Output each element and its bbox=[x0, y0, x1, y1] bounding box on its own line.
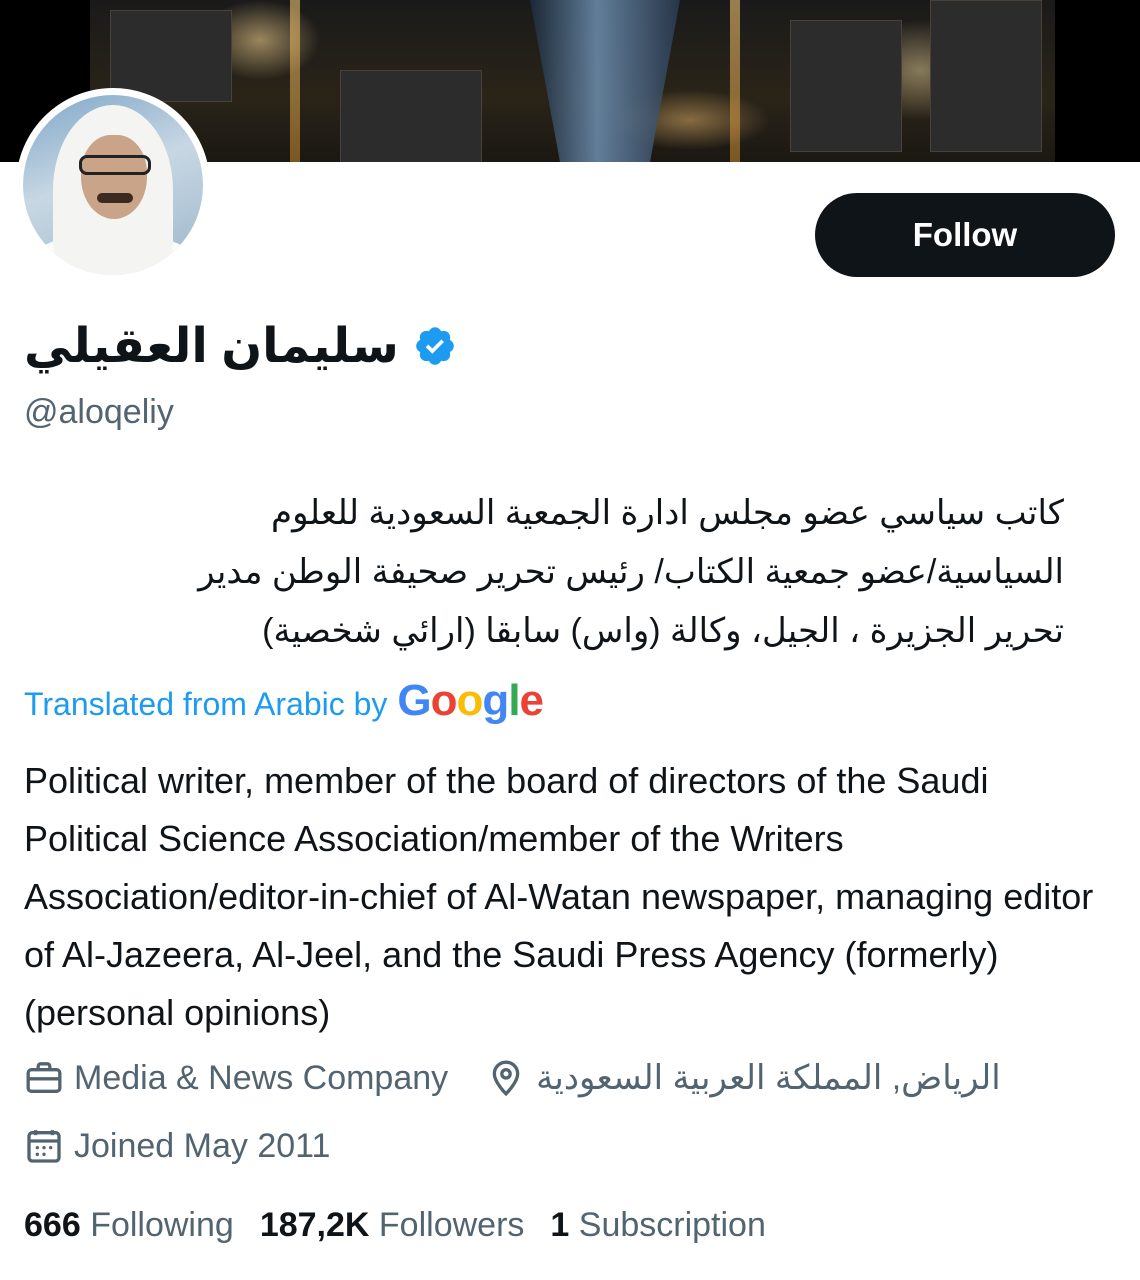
profile-stats: 666 Following 187,2K Followers 1 Subscri… bbox=[24, 1206, 766, 1245]
avatar-face bbox=[81, 135, 147, 219]
avatar-photo bbox=[23, 95, 203, 275]
subscriptions-count: 1 bbox=[550, 1206, 570, 1244]
followers-stat[interactable]: 187,2K Followers bbox=[260, 1206, 525, 1245]
location-pin-icon bbox=[492, 1060, 520, 1097]
bio-arabic-line: السياسية/عضو جمعية الكتاب/ رئيس تحرير صح… bbox=[198, 553, 1064, 591]
google-letter: o bbox=[430, 676, 458, 725]
banner-tower bbox=[530, 0, 680, 162]
banner-image bbox=[90, 0, 1055, 162]
bio-arabic-line: كاتب سياسي عضو مجلس ادارة الجمعية السعود… bbox=[271, 494, 1064, 532]
calendar-icon bbox=[27, 1130, 61, 1163]
avatar[interactable] bbox=[16, 88, 210, 282]
google-letter: e bbox=[519, 676, 545, 725]
subscriptions-label: Subscription bbox=[578, 1206, 766, 1244]
category-item: Media & News Company bbox=[24, 1058, 448, 1098]
google-letter: o bbox=[456, 676, 484, 725]
briefcase-icon bbox=[26, 1062, 62, 1093]
joined-item: Joined May 2011 bbox=[24, 1126, 330, 1166]
google-letter: g bbox=[482, 676, 509, 725]
followers-count: 187,2K bbox=[259, 1206, 370, 1244]
avatar-glasses bbox=[79, 155, 151, 175]
translation-notice[interactable]: Translated from Arabic by Google bbox=[24, 676, 545, 726]
banner-building bbox=[110, 10, 232, 102]
followers-label: Followers bbox=[378, 1206, 525, 1244]
joined-row: Joined May 2011 bbox=[24, 1126, 330, 1166]
banner-road bbox=[290, 0, 300, 162]
handle: @aloqeliy bbox=[24, 393, 174, 431]
banner-road bbox=[730, 0, 740, 162]
category-text: Media & News Company bbox=[74, 1058, 449, 1097]
avatar-mustache bbox=[97, 193, 133, 203]
display-name: سليمان العقيلي bbox=[24, 320, 399, 373]
banner-building bbox=[340, 70, 482, 162]
following-count: 666 bbox=[24, 1206, 81, 1244]
bio-arabic: كاتب سياسي عضو مجلس ادارة الجمعية السعود… bbox=[24, 484, 1064, 661]
banner-building bbox=[790, 20, 902, 152]
banner-building bbox=[930, 0, 1042, 152]
google-letter: l bbox=[508, 676, 520, 725]
location-text: الرياض, المملكة العربية السعودية bbox=[536, 1059, 1001, 1097]
profile-meta-row: Media & News Company الرياض, المملكة الع… bbox=[24, 1058, 1001, 1098]
translated-label: Translated from Arabic by bbox=[24, 686, 388, 722]
bio-arabic-line: تحرير الجزيرة ، الجيل، وكالة (واس) سابقا… bbox=[262, 612, 1064, 650]
follow-button[interactable]: Follow bbox=[815, 193, 1115, 277]
location-item: الرياض, المملكة العربية السعودية bbox=[486, 1058, 1001, 1098]
subscriptions-stat[interactable]: 1 Subscription bbox=[550, 1206, 765, 1245]
google-letter: G bbox=[397, 676, 431, 725]
joined-text: Joined May 2011 bbox=[74, 1126, 331, 1165]
following-stat[interactable]: 666 Following bbox=[24, 1206, 234, 1245]
following-label: Following bbox=[90, 1206, 234, 1244]
bio-english: Political writer, member of the board of… bbox=[24, 760, 1094, 1033]
verified-badge-icon[interactable] bbox=[413, 324, 457, 368]
name-row: سليمان العقيلي bbox=[24, 318, 457, 374]
google-logo: Google bbox=[397, 676, 545, 726]
